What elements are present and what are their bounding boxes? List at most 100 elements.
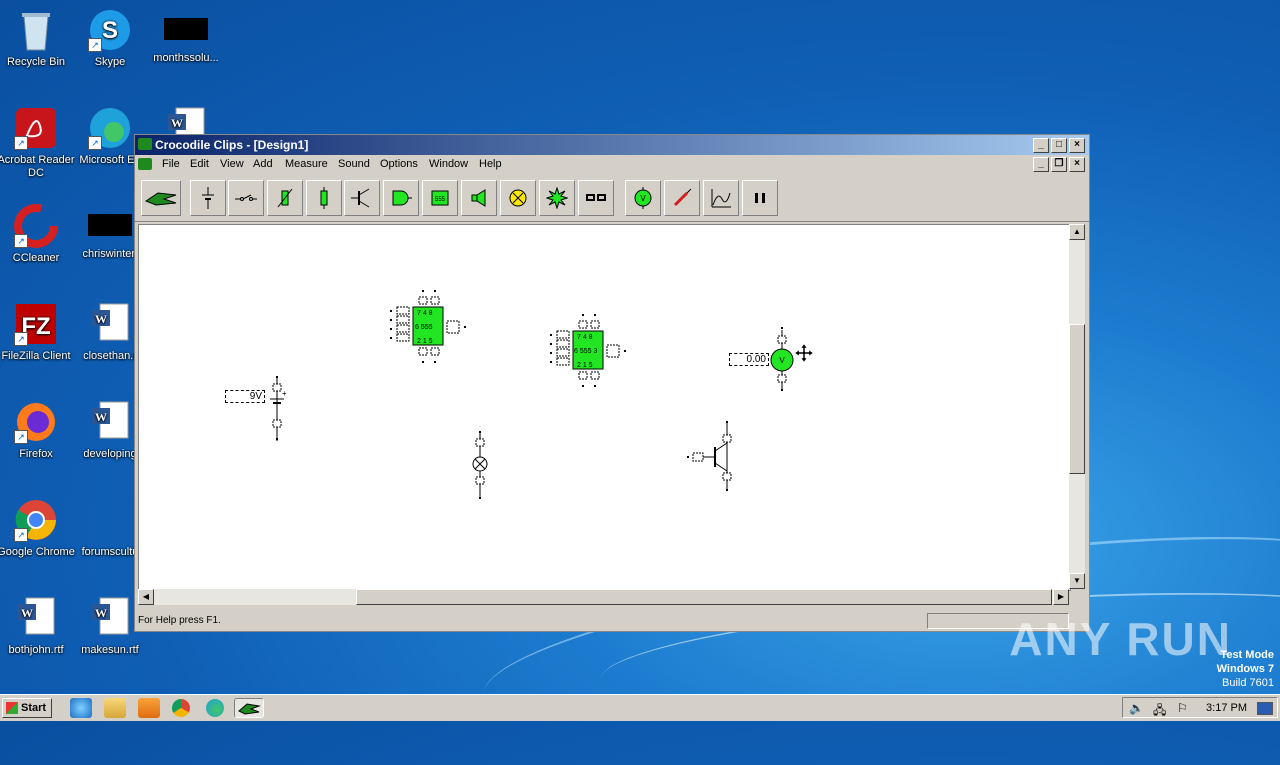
horizontal-scrollbar[interactable]: ◀ ▶ xyxy=(138,589,1069,605)
graph-tool-button[interactable] xyxy=(703,180,739,216)
crocodile-icon xyxy=(238,703,261,715)
scroll-right-button[interactable]: ▶ xyxy=(1053,589,1069,605)
burst-tool-button[interactable] xyxy=(539,180,575,216)
action-center-flag-icon[interactable]: ⚐ xyxy=(1177,701,1188,715)
show-desktop-icon[interactable] xyxy=(1257,702,1273,715)
status-bar: For Help press F1. xyxy=(135,611,1089,631)
network-icon[interactable]: 🖧 xyxy=(1153,701,1166,722)
chip-555-tool-button[interactable]: 555 xyxy=(422,180,458,216)
desktop-icon-chrome[interactable]: ↗ Google Chrome xyxy=(0,498,76,559)
timer-555-chip-1[interactable]: 7 4 8 6 555 2 1 5 xyxy=(389,289,469,382)
desktop-icon-label: Google Chrome xyxy=(0,546,75,558)
child-minimize-button[interactable]: _ xyxy=(1033,157,1049,172)
burst-icon xyxy=(546,187,568,209)
chip1-top-pins: 7 4 8 xyxy=(417,310,433,317)
svg-text:W: W xyxy=(21,606,33,620)
menu-sound[interactable]: Sound xyxy=(338,158,370,170)
desktop-icon-filezilla[interactable]: FZ ↗ FileZilla Client xyxy=(0,302,76,363)
volume-icon[interactable]: 🔈 xyxy=(1129,701,1144,715)
menu-measure[interactable]: Measure xyxy=(285,158,328,170)
system-tray: 🔈 🖧 ⚐ 3:17 PM xyxy=(1122,697,1278,718)
media-player-icon[interactable] xyxy=(138,698,160,718)
acrobat-icon: ↗ xyxy=(14,106,58,150)
desktop-icon-label: Skype xyxy=(94,56,126,68)
chrome-taskbar-icon[interactable] xyxy=(172,699,190,717)
variable-resistor-icon xyxy=(277,188,293,208)
speaker-tool-button[interactable] xyxy=(461,180,497,216)
horizontal-scroll-thumb[interactable] xyxy=(356,589,1052,605)
menu-options[interactable]: Options xyxy=(380,158,418,170)
transistor-component[interactable] xyxy=(685,421,737,496)
crocodile-clips-taskbar-button[interactable] xyxy=(234,698,264,718)
internet-explorer-icon[interactable] xyxy=(70,698,92,718)
scroll-left-button[interactable]: ◀ xyxy=(138,589,154,605)
desktop-icon-monthssolu[interactable]: monthssolu... xyxy=(146,8,226,65)
scroll-down-button[interactable]: ▼ xyxy=(1069,573,1085,589)
menu-view[interactable]: View xyxy=(220,158,244,170)
redacted-file-icon xyxy=(164,18,208,40)
connector-icon xyxy=(586,194,606,201)
menu-edit[interactable]: Edit xyxy=(190,158,209,170)
probe-tool-button[interactable] xyxy=(664,180,700,216)
blank-file-icon xyxy=(88,498,132,542)
child-restore-button[interactable]: ❐ xyxy=(1051,157,1067,172)
desktop-icon-firefox[interactable]: ↗ Firefox xyxy=(0,400,76,461)
move-cursor-icon xyxy=(794,343,814,363)
battery-tool-button[interactable] xyxy=(190,180,226,216)
child-close-button[interactable]: × xyxy=(1069,157,1085,172)
resistor-tool-button[interactable] xyxy=(306,180,342,216)
crocodile-app-icon xyxy=(138,138,152,150)
probe-icon xyxy=(673,188,692,207)
lamp-icon xyxy=(509,189,527,207)
shortcut-arrow-icon: ↗ xyxy=(14,136,28,150)
lamp-component[interactable] xyxy=(469,431,493,504)
timer-555-chip-2[interactable]: 7 4 8 6 555 3 2 1 5 xyxy=(549,313,629,406)
crocodile-clips-window[interactable]: Crocodile Clips - [Design1] _ □ × File E… xyxy=(134,134,1090,632)
desktop-icon-skype[interactable]: S ↗ Skype xyxy=(70,8,150,69)
crocodile-logo-button[interactable] xyxy=(141,180,181,216)
maximize-button[interactable]: □ xyxy=(1051,138,1067,153)
menu-help[interactable]: Help xyxy=(479,158,502,170)
clock[interactable]: 3:17 PM xyxy=(1206,702,1247,714)
voltmeter-tool-button[interactable]: V xyxy=(625,180,661,216)
edge-taskbar-icon[interactable] xyxy=(206,699,224,717)
window-titlebar[interactable]: Crocodile Clips - [Design1] _ □ × xyxy=(135,135,1089,155)
test-mode-notice: Test Mode Windows 7 Build 7601 xyxy=(1217,648,1274,690)
chip1-center-label: 6 555 xyxy=(415,324,433,331)
pause-tool-button[interactable] xyxy=(742,180,778,216)
svg-text:+: + xyxy=(282,389,287,398)
menu-file[interactable]: File xyxy=(162,158,180,170)
switch-tool-button[interactable] xyxy=(228,180,264,216)
voltmeter-readout[interactable]: 0.00 xyxy=(729,353,769,366)
desktop-icon-bothjohn[interactable]: W bothjohn.rtf xyxy=(0,596,76,657)
minimize-button[interactable]: _ xyxy=(1033,138,1049,153)
svg-text:W: W xyxy=(95,312,107,326)
shortcut-arrow-icon: ↗ xyxy=(88,38,102,52)
svg-text:S: S xyxy=(102,17,118,44)
menu-window[interactable]: Window xyxy=(429,158,468,170)
connector-tool-button[interactable] xyxy=(578,180,614,216)
skype-icon: S ↗ xyxy=(88,8,132,52)
word-document-icon: W xyxy=(88,302,132,346)
transistor-tool-button[interactable] xyxy=(344,180,380,216)
desktop-icon-ccleaner[interactable]: ↗ CCleaner xyxy=(0,204,76,265)
menu-add[interactable]: Add xyxy=(253,158,273,170)
lamp-tool-button[interactable] xyxy=(500,180,536,216)
file-explorer-icon[interactable] xyxy=(104,698,126,718)
ic-chip-icon: 555 xyxy=(431,190,449,206)
circuit-canvas[interactable]: 9V + 7 4 8 6 555 2 1 5 7 4 8 6 555 3 2 1… xyxy=(138,224,1071,591)
logic-gate-tool-button[interactable] xyxy=(383,180,419,216)
word-document-icon: W xyxy=(88,596,132,640)
redacted-file-icon xyxy=(88,214,132,236)
ccleaner-icon: ↗ xyxy=(14,204,58,248)
desktop-icon-acrobat[interactable]: ↗ Acrobat Reader DC xyxy=(0,106,76,180)
scroll-up-button[interactable]: ▲ xyxy=(1069,224,1085,240)
variable-resistor-tool-button[interactable] xyxy=(267,180,303,216)
start-button[interactable]: Start xyxy=(2,698,52,718)
close-button[interactable]: × xyxy=(1069,138,1085,153)
vertical-scrollbar[interactable]: ▲ ▼ xyxy=(1069,224,1085,589)
desktop-icon-recycle-bin[interactable]: Recycle Bin xyxy=(0,8,76,69)
vertical-scroll-thumb[interactable] xyxy=(1069,324,1085,474)
battery-voltage-readout[interactable]: 9V xyxy=(225,390,265,403)
graph-icon xyxy=(711,189,731,208)
